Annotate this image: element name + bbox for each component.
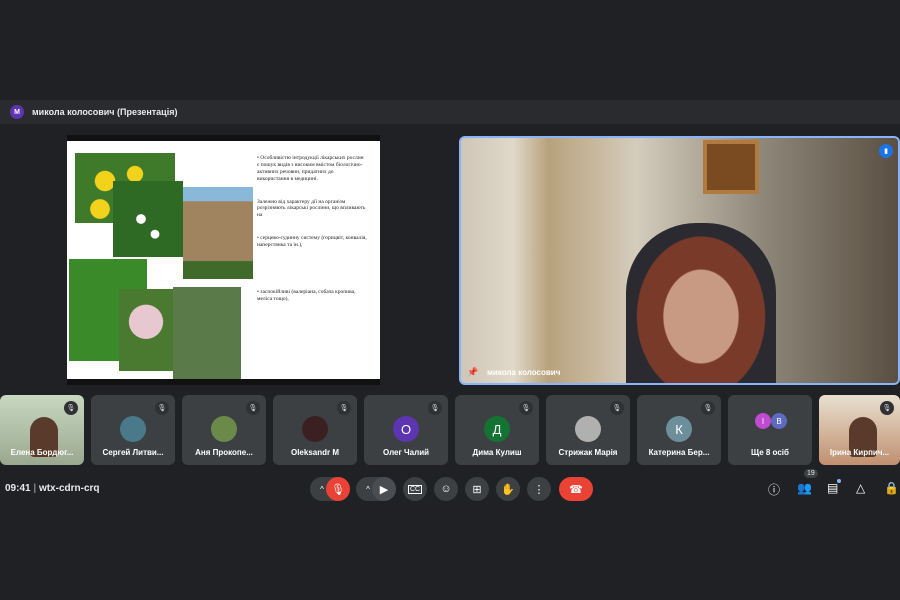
avatar: І [755, 413, 771, 429]
avatar [120, 416, 146, 442]
participant-tile[interactable]: 🎙 Oleksandr M [273, 395, 357, 465]
presenter-avatar: М [10, 105, 24, 119]
hang-up-icon: ☎ [569, 483, 583, 496]
slide-paragraph: • серцево-судинну систему (горицвіт, кон… [257, 235, 367, 248]
avatar [575, 416, 601, 442]
participant-name: Олег Чалий [382, 448, 430, 457]
leave-call-button[interactable]: ☎ [559, 477, 593, 501]
wall-picture [703, 140, 759, 194]
people-count-badge: 19 [804, 469, 818, 478]
participant-tile[interactable]: О 🎙 Олег Чалий [364, 395, 448, 465]
plant-photo [173, 287, 241, 379]
mic-muted-icon: 🎙 [337, 401, 351, 415]
mic-muted-icon: 🎙 [610, 401, 624, 415]
participant-name: Дима Кулиш [472, 448, 522, 457]
participant-name: Стрижак Марія [558, 448, 618, 457]
presenter-title: микола колосович (Презентація) [32, 107, 178, 117]
main-video-tile[interactable]: ▮ 📌 микола колосович [459, 136, 900, 385]
participant-tile[interactable]: К 🎙 Катерина Бер... [637, 395, 721, 465]
mic-muted-icon: 🎙 [519, 401, 533, 415]
participant-name: Аня Прокопе... [195, 448, 253, 457]
more-options-button[interactable]: ⋮ [527, 477, 551, 501]
participant-tile[interactable]: 🎙 Елена Бордюг... [0, 395, 84, 465]
mic-off-button[interactable]: 🎙 [326, 477, 350, 501]
avatar [211, 416, 237, 442]
camera-button[interactable]: ▶ [372, 477, 396, 501]
captions-icon: CC [407, 484, 423, 494]
camera-icon: ▶ [379, 483, 389, 496]
participant-name: Сергей Литви... [102, 448, 164, 457]
host-controls-icon[interactable]: 🔒 [884, 481, 899, 495]
avatar: О [393, 416, 419, 442]
present-button[interactable]: ⊞ [465, 477, 489, 501]
speaking-indicator-icon: ▮ [879, 144, 893, 158]
participant-name: Катерина Бер... [648, 448, 710, 457]
participant-tile[interactable]: 🎙 Стрижак Марія [546, 395, 630, 465]
emoji-icon: ☺ [440, 483, 452, 495]
mic-muted-icon: 🎙 [64, 401, 78, 415]
pin-icon[interactable]: 📌 [467, 367, 478, 378]
present-icon: ⊞ [472, 483, 482, 496]
separator: | [33, 483, 37, 494]
plant-photo [183, 187, 253, 279]
avatar: Д [484, 416, 510, 442]
speaker-video [626, 223, 776, 383]
participant-name: Елена Бордюг... [10, 448, 74, 457]
chat-notification-dot [837, 479, 841, 483]
people-icon[interactable]: 👥 [797, 481, 812, 495]
slide-text: • Особливістю інтродукції лікарських рос… [257, 155, 367, 319]
slide-paragraph: • Особливістю інтродукції лікарських рос… [257, 155, 364, 182]
plant-photo [119, 289, 173, 371]
mic-options-chevron-icon[interactable]: ^ [320, 485, 324, 494]
captions-button[interactable]: CC [403, 477, 427, 501]
activities-icon[interactable]: △ [856, 481, 865, 495]
plant-photo [113, 181, 183, 257]
chat-icon[interactable]: ▤ [827, 481, 838, 495]
mic-muted-icon: 🎙 [155, 401, 169, 415]
presentation-slide: • Особливістю інтродукції лікарських рос… [67, 135, 380, 385]
mic-muted-icon: 🎙 [428, 401, 442, 415]
avatar: В [771, 413, 787, 429]
emoji-button[interactable]: ☺ [434, 477, 458, 501]
participant-name: Ще 8 осіб [751, 448, 789, 457]
participant-name: Ірина Кирпич... [829, 448, 890, 457]
avatar [302, 416, 328, 442]
participant-name: Oleksandr M [290, 448, 339, 457]
meeting-code: wtx-cdrn-crq [38, 483, 100, 494]
info-icon[interactable]: ⓘ [768, 481, 780, 498]
main-video-name: микола колосович [487, 368, 561, 377]
participant-tile[interactable]: 🎙 Ірина Кирпич... [819, 395, 900, 465]
clock: 09:41 [5, 483, 31, 494]
raise-hand-button[interactable]: ✋ [496, 477, 520, 501]
mic-muted-icon: 🎙 [246, 401, 260, 415]
presenter-bar: М микола колосович (Презентація) [0, 100, 900, 124]
slide-paragraph: • заспокійливі (валеріана, собача кропив… [257, 288, 356, 302]
participant-tile[interactable]: 🎙 Сергей Литви... [91, 395, 175, 465]
mic-muted-icon: 🎙 [701, 401, 715, 415]
avatar: К [666, 416, 692, 442]
participant-tile[interactable]: І В Ще 8 осіб [728, 395, 812, 465]
slide-paragraph: Залежно від характеру дії на організм ро… [257, 198, 366, 219]
mic-off-icon: 🎙 [331, 483, 345, 496]
camera-options-chevron-icon[interactable]: ^ [366, 485, 370, 494]
mic-muted-icon: 🎙 [880, 401, 894, 415]
participant-tile[interactable]: 🎙 Аня Прокопе... [182, 395, 266, 465]
meeting-info: 09:41 | wtx-cdrn-crq [5, 483, 100, 494]
more-vert-icon: ⋮ [533, 483, 545, 496]
hand-icon: ✋ [501, 483, 515, 496]
participant-tile[interactable]: Д 🎙 Дима Кулиш [455, 395, 539, 465]
